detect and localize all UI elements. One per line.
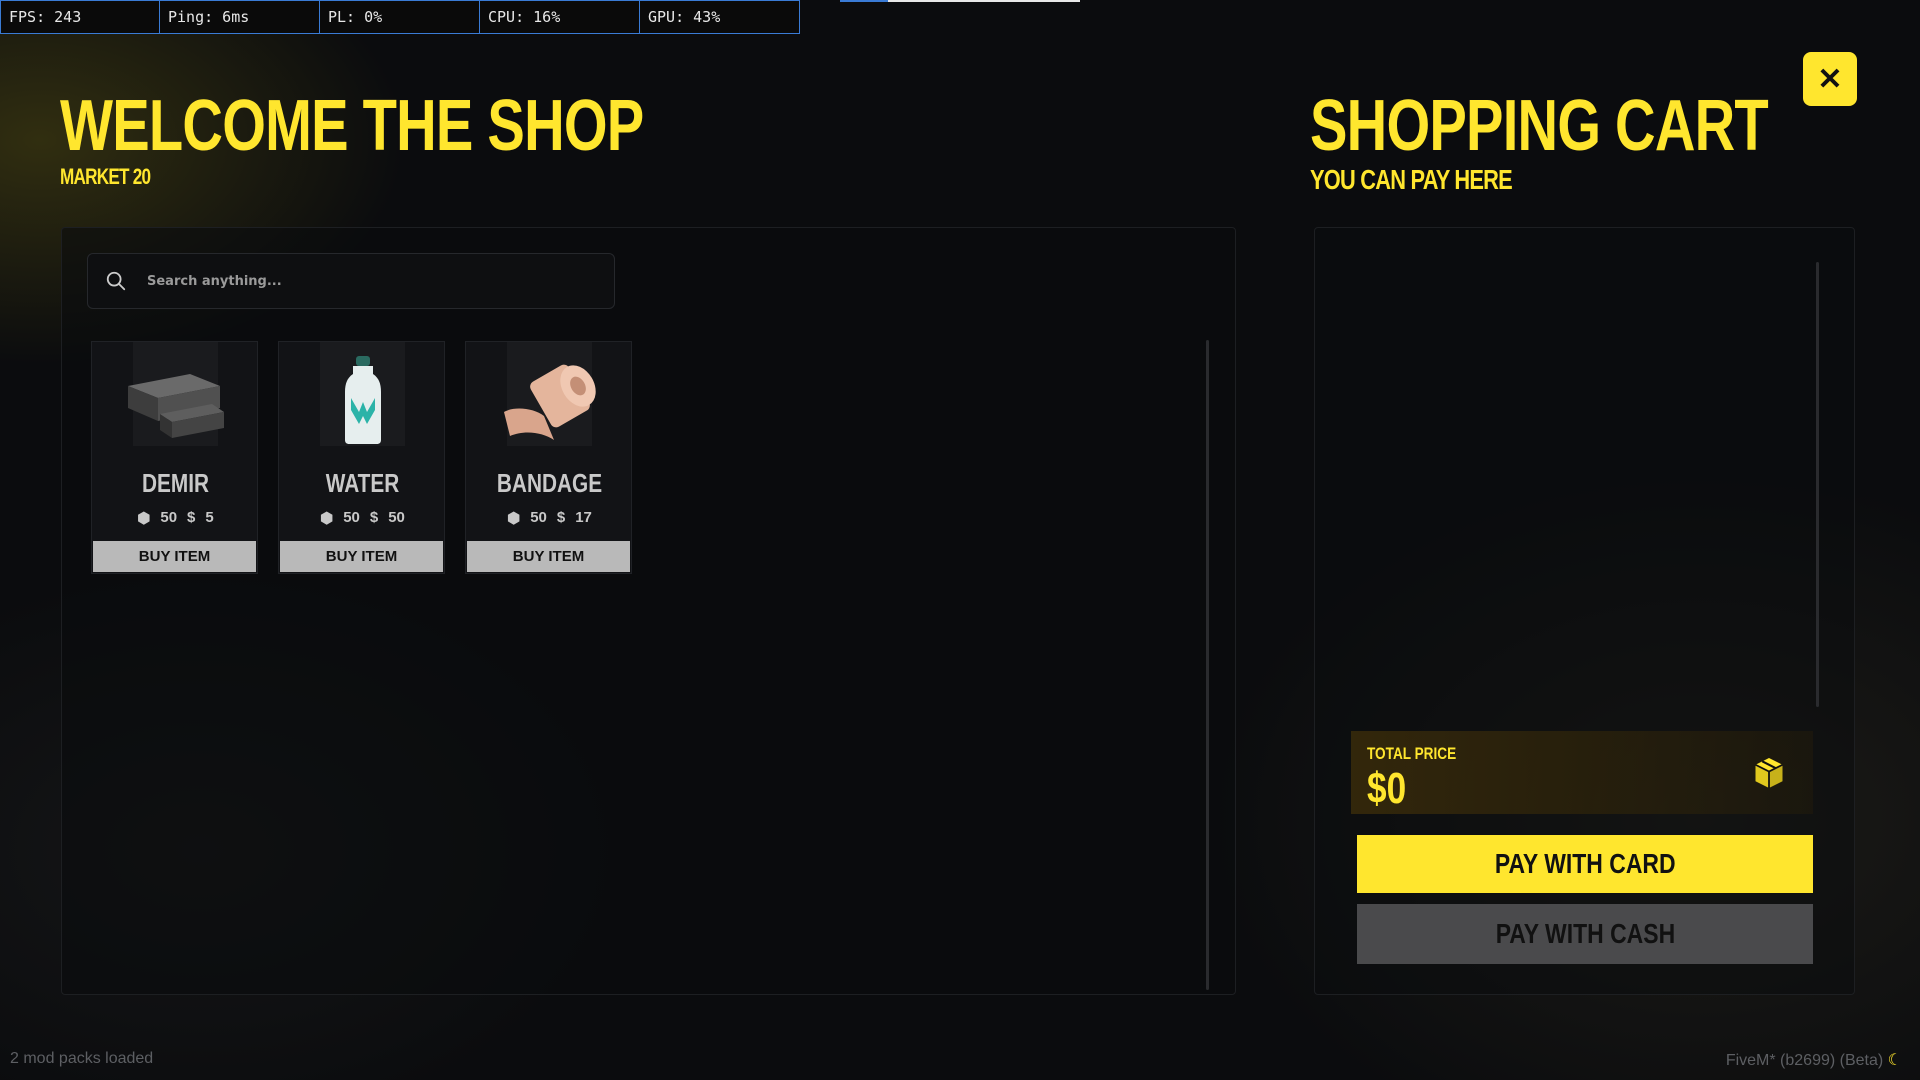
item-stats: ⬢ 50 $50 xyxy=(279,509,446,527)
item-stock: 50 xyxy=(160,509,178,526)
dollar-icon: $ xyxy=(187,509,196,526)
close-icon: ✕ xyxy=(1817,62,1843,96)
item-price: 50 xyxy=(388,509,405,526)
total-price-label: TOTAL PRICE xyxy=(1367,744,1457,763)
total-price-value: $0 xyxy=(1367,764,1407,813)
cart-scrollbar[interactable] xyxy=(1816,262,1819,707)
performance-overlay: FPS: 243 Ping: 6ms PL: 0% CPU: 16% GPU: … xyxy=(0,0,800,34)
package-icon xyxy=(1755,758,1783,788)
top-progress-accent xyxy=(840,0,888,2)
pay-with-cash-label: PAY WITH CASH xyxy=(1495,918,1675,949)
stock-cube-icon: ⬢ xyxy=(320,510,334,527)
cart-subtitle: YOU CAN PAY HERE xyxy=(1310,164,1513,195)
buy-item-button[interactable]: BUY ITEM xyxy=(280,541,443,572)
shop-subtitle: MARKET 20 xyxy=(60,164,151,189)
total-price-box: TOTAL PRICE $0 xyxy=(1351,731,1813,814)
buy-item-button[interactable]: BUY ITEM xyxy=(93,541,256,572)
buy-item-button[interactable]: BUY ITEM xyxy=(467,541,630,572)
shop-scrollbar[interactable] xyxy=(1206,340,1209,990)
item-card-bandage: BANDAGE ⬢ 50 $17 BUY ITEM xyxy=(465,341,632,574)
item-name: BANDAGE xyxy=(496,468,603,498)
item-stats: ⬢ 50 $5 xyxy=(92,509,259,527)
shop-title: WELCOME THE SHOP xyxy=(60,86,644,166)
search-box[interactable] xyxy=(87,253,615,309)
packet-loss-readout: PL: 0% xyxy=(320,0,480,34)
client-version: FiveM* (b2699) (Beta) ☾ xyxy=(1726,1050,1902,1070)
item-price: 5 xyxy=(205,509,214,526)
search-input[interactable] xyxy=(145,272,569,290)
pay-with-card-button[interactable]: PAY WITH CARD xyxy=(1357,835,1813,893)
moon-icon: ☾ xyxy=(1887,1052,1902,1069)
item-stock: 50 xyxy=(530,509,547,526)
item-price: 17 xyxy=(575,509,592,526)
cart-panel: TOTAL PRICE $0 PAY WITH CARD PAY WITH CA… xyxy=(1314,227,1855,995)
dollar-icon: $ xyxy=(556,509,566,526)
iron-bars-icon xyxy=(128,374,224,438)
dollar-icon: $ xyxy=(369,509,379,526)
close-button[interactable]: ✕ xyxy=(1803,52,1857,106)
cpu-readout: CPU: 16% xyxy=(480,0,640,34)
item-name: DEMIR xyxy=(141,468,210,498)
pay-with-card-label: PAY WITH CARD xyxy=(1494,848,1676,879)
shop-panel: DEMIR ⬢ 50 $5 BUY ITEM WATER ⬢ 50 $50 BUY … xyxy=(61,227,1236,995)
ping-readout: Ping: 6ms xyxy=(160,0,320,34)
item-stats: ⬢ 50 $17 xyxy=(466,509,633,527)
stock-cube-icon: ⬢ xyxy=(137,510,151,527)
item-name: WATER xyxy=(325,468,400,498)
bandage-roll-icon xyxy=(504,364,596,440)
stock-cube-icon: ⬢ xyxy=(507,510,521,527)
water-bottle-icon xyxy=(345,356,381,444)
item-card-water: WATER ⬢ 50 $50 BUY ITEM xyxy=(278,341,445,574)
item-card-demir: DEMIR ⬢ 50 $5 BUY ITEM xyxy=(91,341,258,574)
item-stock: 50 xyxy=(343,509,360,526)
pay-with-cash-button[interactable]: PAY WITH CASH xyxy=(1357,904,1813,964)
fps-readout: FPS: 243 xyxy=(0,0,160,34)
mod-packs-status: 2 mod packs loaded xyxy=(10,1050,154,1067)
client-version-label: FiveM* (b2699) (Beta) xyxy=(1725,1052,1884,1069)
search-icon xyxy=(106,271,126,291)
cart-title: SHOPPING CART xyxy=(1310,86,1769,166)
gpu-readout: GPU: 43% xyxy=(640,0,800,34)
